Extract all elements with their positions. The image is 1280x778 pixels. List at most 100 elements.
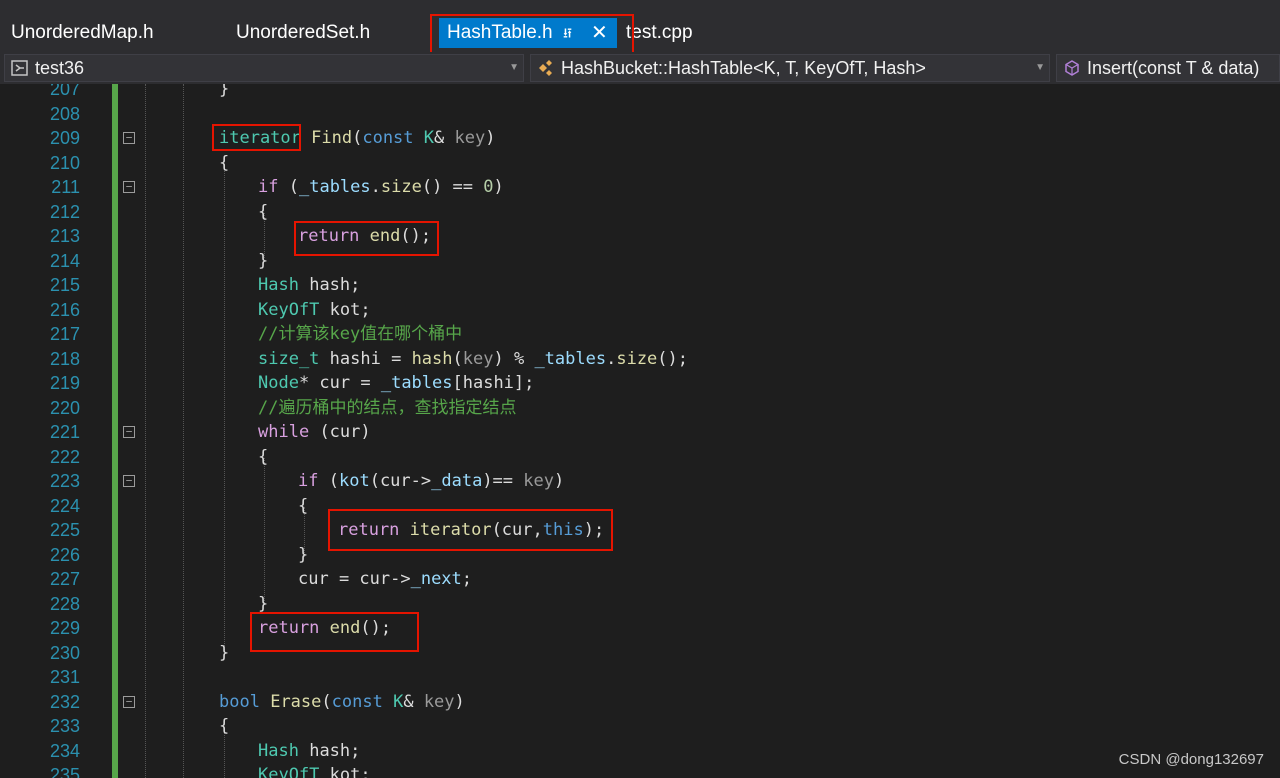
highlight-box (250, 612, 419, 652)
code-text: { (219, 716, 230, 736)
document-tab-bar: UnorderedMap.h UnorderedSet.h HashTable.… (0, 0, 1280, 60)
code-text: { (298, 496, 309, 516)
code-line: 227 cur = cur->_next; (0, 567, 1280, 592)
code-line: 221 while (cur) (0, 420, 1280, 445)
code-text: } (298, 545, 309, 565)
line-number: 207 (49, 84, 80, 99)
code-line: 208 (0, 102, 1280, 127)
code-editor[interactable]: 207 } 208 209 iterator Find(const K& key… (0, 84, 1280, 778)
code-line: 233 { (0, 714, 1280, 739)
tab-label: test.cpp (626, 22, 693, 43)
code-line: 217 //计算该key值在哪个桶中 (0, 322, 1280, 347)
code-line: 222 { (0, 445, 1280, 470)
line-number: 211 (51, 177, 80, 197)
line-number: 233 (49, 716, 80, 736)
line-number: 215 (49, 275, 80, 295)
code-text: while (cur) (258, 422, 371, 442)
code-line: 214 } (0, 249, 1280, 274)
code-line: 219 Node* cur = _tables[hashi]; (0, 371, 1280, 396)
member-dropdown[interactable]: Insert(const T & data) (1056, 54, 1280, 82)
line-number: 232 (49, 692, 80, 712)
code-text: cur = cur->_next; (298, 569, 473, 589)
code-line: 210 { (0, 151, 1280, 176)
line-number: 213 (49, 226, 80, 246)
line-number: 228 (49, 594, 80, 614)
chevron-down-icon: ▼ (1035, 62, 1045, 73)
code-text: bool Erase(const K& key) (219, 692, 465, 712)
line-number: 208 (49, 104, 80, 124)
tab-unorderedset[interactable]: UnorderedSet.h (236, 18, 370, 48)
class-icon (539, 60, 552, 76)
code-text: if (_tables.size() == 0) (258, 177, 504, 197)
code-text: Hash hash; (258, 275, 361, 295)
line-number: 223 (49, 471, 80, 491)
line-number: 222 (49, 447, 80, 467)
code-text: Hash hash; (258, 741, 361, 761)
code-line: 226 } (0, 543, 1280, 568)
line-number: 226 (49, 545, 80, 565)
code-line: 225 return iterator(cur,this); (0, 518, 1280, 543)
collapse-icon[interactable]: − (123, 475, 135, 487)
highlight-box (328, 509, 613, 551)
code-text: { (219, 153, 230, 173)
scope-name: HashBucket::HashTable<K, T, KeyOfT, Hash… (561, 58, 926, 78)
line-number: 224 (49, 496, 80, 516)
chevron-down-icon: ▼ (509, 62, 519, 73)
code-line: 232 bool Erase(const K& key) (0, 690, 1280, 715)
code-line: 207 } (0, 84, 1280, 102)
line-number: 231 (49, 667, 80, 687)
code-text: { (258, 447, 269, 467)
code-line: 235 KeyOfT kot; (0, 763, 1280, 778)
code-line: 215 Hash hash; (0, 273, 1280, 298)
code-line: 220 //遍历桶中的结点，查找指定结点 (0, 396, 1280, 421)
highlight-box (294, 221, 439, 256)
project-dropdown[interactable]: test36 ▼ (4, 54, 524, 82)
code-line: 218 size_t hashi = hash(key) % _tables.s… (0, 347, 1280, 372)
line-number: 230 (49, 643, 80, 663)
code-comment: //计算该key值在哪个桶中 (258, 324, 463, 344)
collapse-icon[interactable]: − (123, 181, 135, 193)
tab-test-cpp[interactable]: test.cpp (626, 18, 693, 48)
code-text: if (kot(cur->_data)== key) (298, 471, 565, 491)
project-icon (11, 60, 28, 76)
collapse-icon[interactable]: − (123, 696, 135, 708)
tab-label: UnorderedSet.h (236, 22, 371, 43)
line-number: 212 (49, 202, 80, 222)
tab-unorderedmap[interactable]: UnorderedMap.h (11, 18, 154, 48)
member-name: Insert(const T & data) (1087, 58, 1260, 78)
code-text: KeyOfT kot; (258, 300, 371, 320)
code-line: 212 { (0, 200, 1280, 225)
code-text: } (219, 84, 230, 99)
line-number: 221 (49, 422, 80, 442)
line-number: 210 (49, 153, 80, 173)
code-text: Node* cur = _tables[hashi]; (258, 373, 535, 393)
project-name: test36 (35, 58, 85, 78)
collapse-icon[interactable]: − (123, 132, 135, 144)
code-line: 213 return end(); (0, 224, 1280, 249)
code-text: { (258, 202, 269, 222)
navigation-bar: test36 ▼ HashBucket::HashTable<K, T, Key… (0, 52, 1280, 84)
code-comment: //遍历桶中的结点，查找指定结点 (258, 398, 517, 418)
line-number: 209 (49, 128, 80, 148)
collapse-icon[interactable]: − (123, 426, 135, 438)
tab-label: UnorderedMap.h (11, 22, 154, 43)
code-text: } (219, 643, 230, 663)
line-number: 214 (49, 251, 80, 271)
code-line: 228 } (0, 592, 1280, 617)
scope-dropdown[interactable]: HashBucket::HashTable<K, T, KeyOfT, Hash… (530, 54, 1050, 82)
line-number: 217 (49, 324, 80, 344)
highlight-box (212, 124, 301, 151)
line-number: 219 (49, 373, 80, 393)
code-text: KeyOfT kot; (258, 765, 371, 778)
line-number: 218 (49, 349, 80, 369)
line-number: 235 (49, 765, 80, 778)
code-line: 231 (0, 665, 1280, 690)
line-number: 216 (49, 300, 80, 320)
line-number: 225 (49, 520, 80, 540)
code-line: 230 } (0, 641, 1280, 666)
code-line: 224 { (0, 494, 1280, 519)
code-line: 216 KeyOfT kot; (0, 298, 1280, 323)
method-icon (1065, 60, 1079, 76)
code-text: } (258, 251, 269, 271)
code-line: 209 iterator Find(const K& key) (0, 126, 1280, 151)
